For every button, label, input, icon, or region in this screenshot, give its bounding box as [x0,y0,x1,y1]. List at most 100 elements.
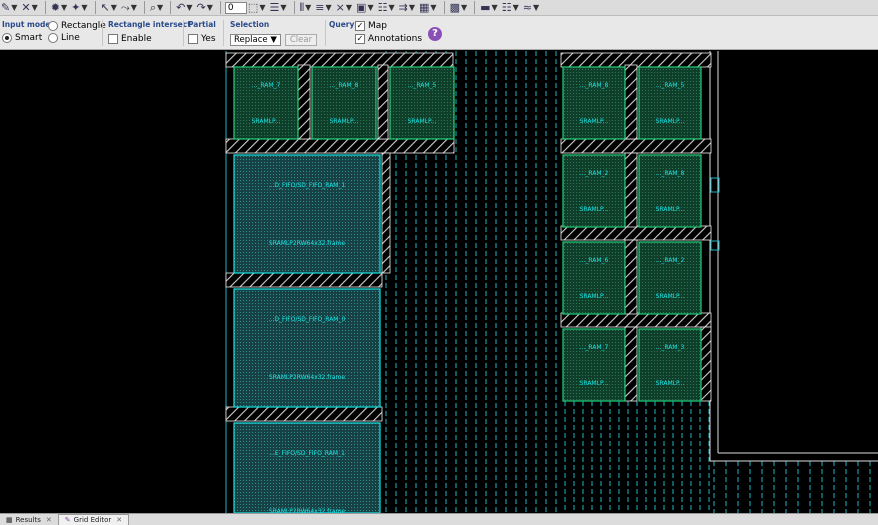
checkbox-icon [108,34,118,44]
placement-halo [225,406,383,422]
toolbar-separator [293,1,295,14]
dropdown-arrow-icon[interactable]: ▼ [111,3,117,12]
placement-halo [225,138,455,154]
memory-macro[interactable] [233,154,381,274]
align-tool-icon[interactable]: ≡ [315,1,324,15]
close-icon[interactable]: ✕ [116,516,122,524]
memory-macro[interactable] [562,66,626,140]
dropdown-arrow-icon[interactable]: ▼ [367,3,373,12]
cell-master-name: SRAMLP... [252,118,281,125]
main-toolbar: ✎ ▼ ✕ ▼ ✹ ▼ ✦ ▼ ↖ ▼ ⤳ ▼ ⌕ ▼ ↶ ▼ ↷ ▼ 0 ⬚ ▼ ☰ ▼ ⫴ ▼ ≡ ▼ ⨯ ▼ ▣ ▼ ☷ ▼ ⇉ ▼ ▦ ▼ ▩ ▼ ▬… [0,0,878,16]
pin-tool-icon[interactable]: ⨯ [336,1,345,15]
toolbar-separator [94,1,96,14]
dropdown-arrow-icon[interactable]: ▼ [430,3,436,12]
dropdown-arrow-icon[interactable]: ▼ [305,3,311,12]
cell-master-name: SRAMLP2RW64x32.frame [269,374,345,381]
memory-macro[interactable] [638,328,702,402]
dropdown-arrow-icon[interactable]: ▼ [61,3,67,12]
wave-tool-icon[interactable]: ≈ [523,1,532,15]
report-tool-icon[interactable]: ☷ [502,1,512,15]
cell-instance-name: ...E_FIFO/SD_FIFO_RAM_1 [269,450,345,457]
memory-macro[interactable] [638,154,702,228]
dropdown-arrow-icon[interactable]: ▼ [533,3,539,12]
memory-macro[interactable] [389,66,455,140]
memory-macro[interactable] [233,288,381,408]
dropdown-arrow-icon[interactable]: ▼ [280,3,286,12]
annotations-label: Annotations [368,34,423,44]
dropdown-arrow-icon[interactable]: ▼ [388,3,394,12]
line-radio[interactable]: Line [48,33,80,43]
dropdown-arrow-icon[interactable]: ▼ [32,3,38,12]
help-icon[interactable]: ? [428,27,442,41]
drc-check-icon[interactable]: ▬ [480,1,490,15]
edit-tool-icon[interactable]: ✎ [1,1,10,15]
memory-macro[interactable] [233,422,381,513]
close-icon[interactable]: ✕ [46,516,52,524]
rectangle-radio[interactable]: Rectangle [48,21,106,31]
dropdown-arrow-icon[interactable]: ▼ [81,3,87,12]
clear-button[interactable]: Clear [284,34,318,46]
zoom-tool-icon[interactable]: ⌕ [150,1,156,15]
cell-master-name: SRAMLP... [656,118,685,125]
tab-grid-editor[interactable]: ✎ Grid Editor ✕ [57,514,130,525]
options-separator [102,20,103,46]
map-checkbox[interactable]: ✓ Map [355,21,387,31]
dropdown-arrow-icon[interactable]: ▼ [326,3,332,12]
route-tool-icon[interactable]: ⤳ [121,1,130,15]
dropdown-arrow-icon[interactable]: ▼ [131,3,137,12]
flow-tool-icon[interactable]: ⇉ [399,1,408,15]
dropdown-arrow-icon[interactable]: ▼ [11,3,17,12]
undo-icon[interactable]: ↶ [176,1,185,15]
enable-label: Enable [121,34,152,44]
dropdown-arrow-icon[interactable]: ▼ [346,3,352,12]
dropdown-arrow-icon[interactable]: ▼ [461,3,467,12]
cell-instance-name: ...D_FIFO/SD_FIFO_RAM_1 [269,182,346,189]
options-bar: Input mode Rectangle Smart Line Rectangl… [0,16,878,50]
transform-icon[interactable]: ✕ [21,1,30,15]
radio-selected-icon [2,33,12,43]
partial-title: Partial [188,20,216,29]
redo-icon[interactable]: ↷ [197,1,206,15]
memory-macro[interactable] [233,66,299,140]
enable-checkbox[interactable]: Enable [108,34,152,44]
smart-radio[interactable]: Smart [2,33,42,43]
selection-dropdown[interactable]: Replace ▼ [230,34,281,46]
bottom-tab-bar: ▦ Results ✕ ✎ Grid Editor ✕ [0,513,878,525]
tab-results[interactable]: ▦ Results ✕ [0,514,58,525]
memory-macro[interactable] [562,241,626,315]
stack-tool-icon[interactable]: ☰ [269,1,279,15]
sun-tool-icon[interactable]: ✹ [51,1,60,15]
placement-halo [624,152,638,228]
dropdown-arrow-icon[interactable]: ▼ [259,3,265,12]
memory-macro[interactable] [311,66,377,140]
net-tool-icon[interactable]: ☷ [378,1,388,15]
map-label: Map [368,21,387,31]
split-tool-icon[interactable]: ⫴ [300,1,305,15]
partial-yes-checkbox[interactable]: Yes [188,34,216,44]
cell-instance-name: ..._RAM_6 [580,257,609,264]
grid-tool-icon[interactable]: ▦ [419,1,429,15]
memory-macro[interactable] [562,328,626,402]
dropdown-arrow-icon[interactable]: ▼ [513,3,519,12]
layout-canvas[interactable]: ..._RAM_7 SRAMLP... ..._RAM_8 SRAMLP... ..._… [0,51,878,513]
cell-instance-name: ..._RAM_8 [330,82,359,89]
memory-macro[interactable] [638,66,702,140]
memory-macro[interactable] [562,154,626,228]
annotations-checkbox[interactable]: ✓ Annotations [355,34,422,44]
dropdown-arrow-icon[interactable]: ▼ [157,3,163,12]
layer-select-icon[interactable]: ⬚ [248,1,258,15]
pointer-tool-icon[interactable]: ↖ [101,1,110,15]
cell-instance-name: ..._RAM_3 [656,344,685,351]
pattern-fill-icon[interactable]: ✦ [71,1,80,15]
chip-tool-icon[interactable]: ▣ [356,1,366,15]
radio-icon [48,21,58,31]
cell-instance-name: ..._RAM_2 [580,170,609,177]
dropdown-arrow-icon[interactable]: ▼ [409,3,415,12]
memory-macro[interactable] [638,241,702,315]
dropdown-arrow-icon[interactable]: ▼ [207,3,213,12]
zoom-spinner[interactable]: 0 [224,1,247,14]
block-tool-icon[interactable]: ▩ [450,1,460,15]
dropdown-arrow-icon[interactable]: ▼ [186,3,192,12]
line-label: Line [61,33,80,43]
dropdown-arrow-icon[interactable]: ▼ [492,3,498,12]
